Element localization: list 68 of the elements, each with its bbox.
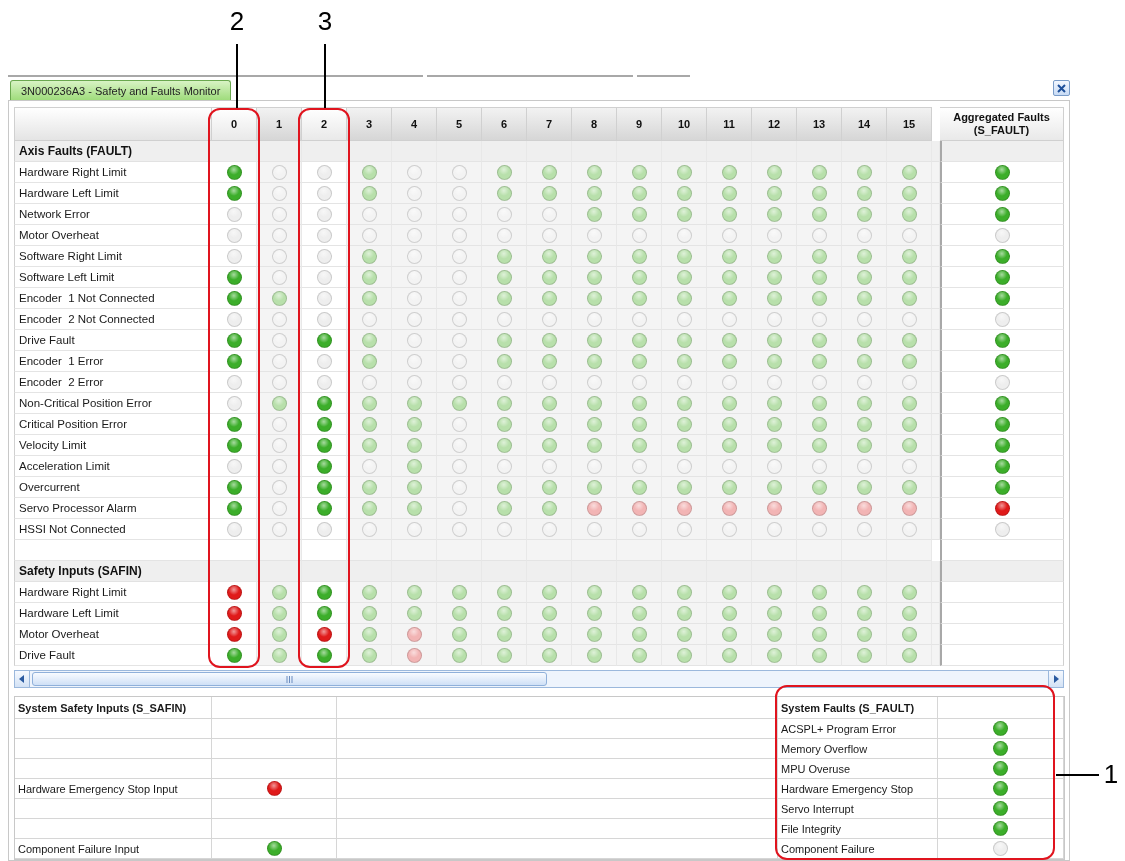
leader-line (1056, 774, 1099, 776)
row-label: Encoder 2 Error (14, 372, 212, 393)
callout-number: 3 (317, 6, 333, 36)
grip-icon (286, 675, 293, 683)
row-label: Network Error (14, 204, 212, 225)
left-arrow-icon (19, 675, 25, 683)
column-header: Aggregated Faults (S_FAULT) (940, 107, 1064, 141)
row-label: Drive Fault (14, 330, 212, 351)
scroll-thumb[interactable] (32, 672, 547, 686)
column-header: 4 (392, 107, 437, 141)
row-label: Critical Position Error (14, 414, 212, 435)
column-header: 11 (707, 107, 752, 141)
row-label: Motor Overheat (14, 225, 212, 246)
column-header: 2 (302, 107, 347, 141)
horizontal-scrollbar[interactable] (14, 670, 1064, 688)
row-label: Overcurrent (14, 477, 212, 498)
column-header: 13 (797, 107, 842, 141)
column-header: 7 (527, 107, 572, 141)
row-label: Hardware Left Limit (14, 603, 212, 624)
row-label: Non-Critical Position Error (14, 393, 212, 414)
row-label: Component Failure (781, 842, 875, 855)
row-label: HSSI Not Connected (14, 519, 212, 540)
row-label: Component Failure Input (18, 842, 140, 855)
leader-line (324, 44, 326, 108)
row-label: Encoder 1 Not Connected (14, 288, 212, 309)
column-header: 1 (257, 107, 302, 141)
row-label: Servo Processor Alarm (14, 498, 212, 519)
row-label: Encoder 2 Not Connected (14, 309, 212, 330)
scroll-right-button[interactable] (1048, 671, 1063, 687)
monitor-tab[interactable]: 3N000236A3 - Safety and Faults Monitor (10, 80, 232, 100)
row-label: Hardware Emergency Stop Input (18, 782, 178, 795)
column-header: 14 (842, 107, 887, 141)
section-title: System Faults (S_FAULT) (781, 701, 915, 714)
row-label: Velocity Limit (14, 435, 212, 456)
right-arrow-icon (1053, 675, 1059, 683)
row-label: Hardware Emergency Stop (781, 782, 914, 795)
column-header: 15 (887, 107, 932, 141)
column-header: 8 (572, 107, 617, 141)
leader-line (236, 44, 238, 108)
row-label: Software Left Limit (14, 267, 212, 288)
column-header: 5 (437, 107, 482, 141)
column-header: 0 (212, 107, 257, 141)
column-header: 6 (482, 107, 527, 141)
section-title: System Safety Inputs (S_SAFIN) (18, 701, 187, 714)
row-label: Motor Overheat (14, 624, 212, 645)
row-label: Hardware Right Limit (14, 162, 212, 183)
close-button[interactable] (1053, 80, 1070, 96)
row-label: MPU Overuse (781, 762, 851, 775)
row-label: Software Right Limit (14, 246, 212, 267)
column-header: 12 (752, 107, 797, 141)
row-label: ACSPL+ Program Error (781, 722, 897, 735)
column-header: 9 (617, 107, 662, 141)
section-title: Safety Inputs (SAFIN) (14, 561, 212, 582)
section-title: Axis Faults (FAULT) (14, 141, 212, 162)
row-label: Servo Interrupt (781, 802, 854, 815)
row-label: Acceleration Limit (14, 456, 212, 477)
callout-number: 2 (229, 6, 245, 36)
row-label: Encoder 1 Error (14, 351, 212, 372)
column-header: 10 (662, 107, 707, 141)
column-header: 3 (347, 107, 392, 141)
row-label: Drive Fault (14, 645, 212, 666)
row-label: File Integrity (781, 822, 841, 835)
row-label: Memory Overflow (781, 742, 868, 755)
row-label: Hardware Right Limit (14, 582, 212, 603)
close-icon (1057, 83, 1066, 93)
row-label: Hardware Left Limit (14, 183, 212, 204)
callout-number: 1 (1103, 759, 1119, 789)
scroll-left-button[interactable] (15, 671, 30, 687)
